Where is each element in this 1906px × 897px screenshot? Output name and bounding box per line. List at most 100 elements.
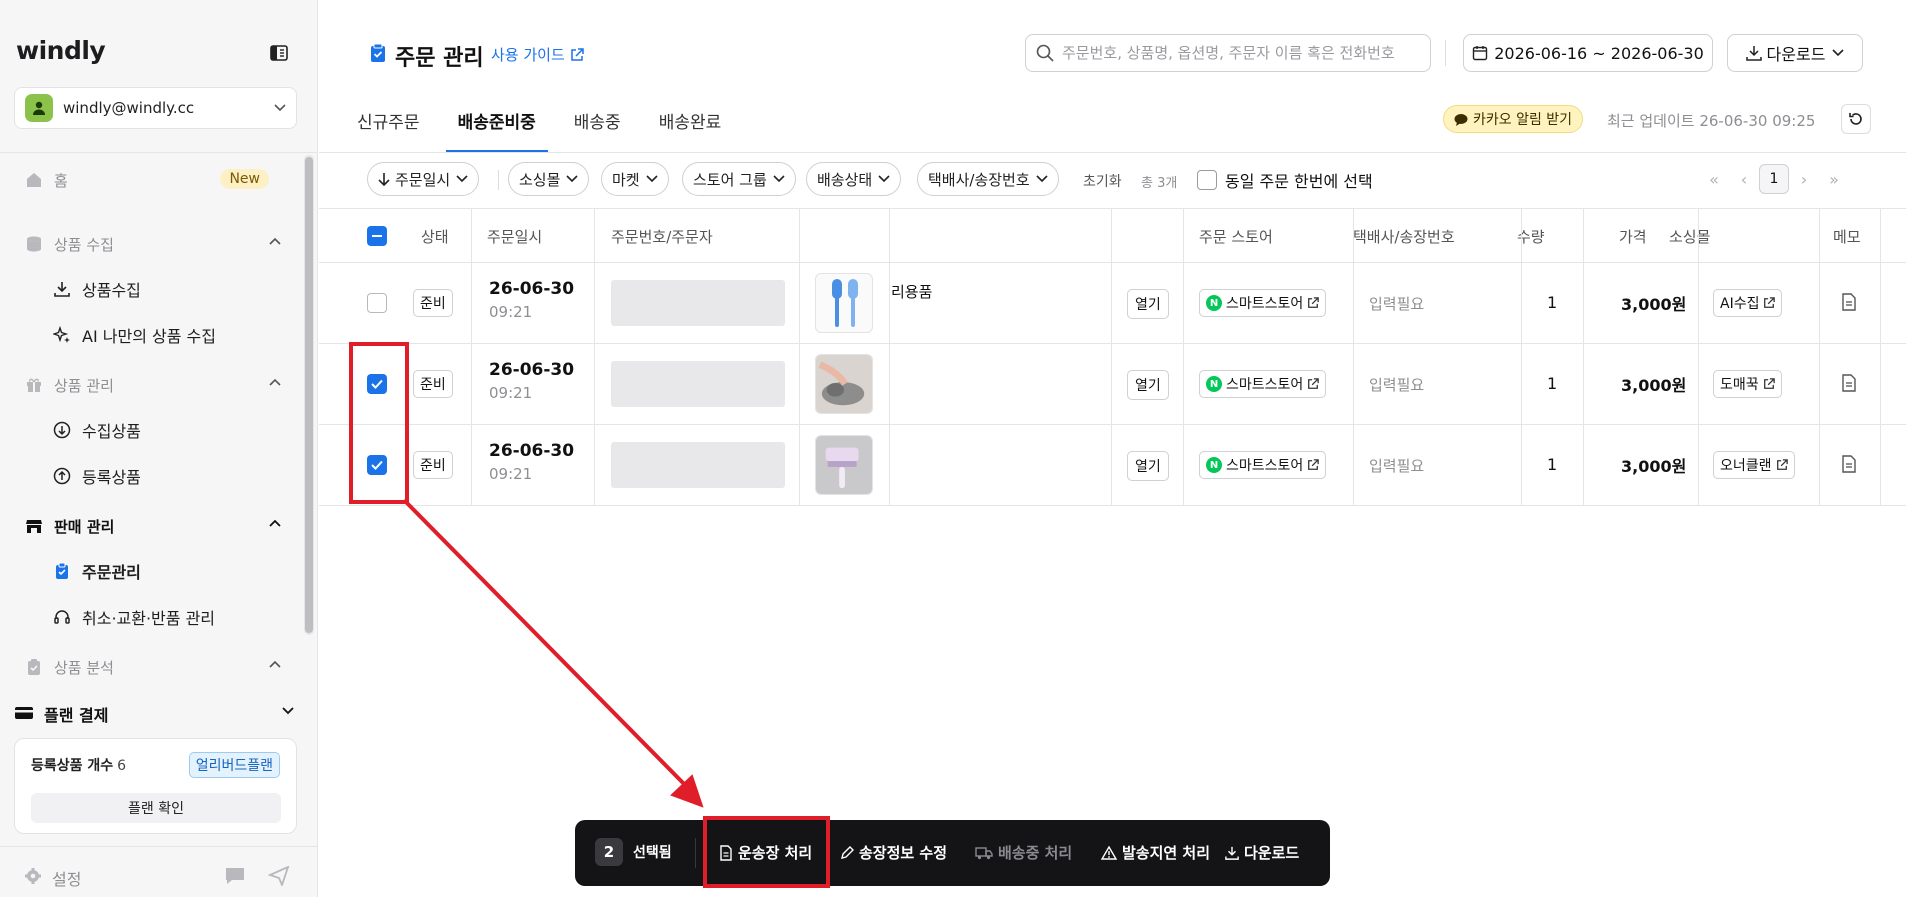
courier-status[interactable]: 입력필요 — [1369, 374, 1424, 395]
speech-bubble-icon — [1454, 113, 1468, 126]
edit-invoice-button[interactable]: 송장정보 수정 — [840, 842, 947, 863]
date-range-picker[interactable]: 2026-06-16 ~ 2026-06-30 — [1463, 34, 1713, 72]
select-all-checkbox[interactable] — [367, 209, 387, 263]
order-store-link[interactable]: N 스마트스토어 — [1199, 451, 1327, 479]
open-button[interactable]: 열기 — [1127, 451, 1169, 481]
reset-filters-link[interactable]: 초기화 — [1083, 171, 1122, 191]
headset-icon — [52, 607, 72, 627]
sidebar-section-label: 판매 관리 — [54, 517, 115, 536]
sidebar-item-registered-products[interactable]: 등록상품 — [0, 458, 295, 494]
filter-chip-sourcing-mall[interactable]: 소싱몰 — [508, 162, 590, 196]
sourcing-mall-link[interactable]: 오너클랜 — [1713, 451, 1795, 479]
send-icon[interactable] — [267, 865, 290, 890]
last-page-icon[interactable]: » — [1819, 164, 1849, 194]
sourcing-mall-link[interactable]: AI수집 — [1713, 289, 1783, 317]
sidebar-item-collect-product[interactable]: 상품수집 — [0, 271, 295, 307]
sort-order-date-chip[interactable]: 주문일시 — [367, 162, 480, 196]
search-input[interactable] — [1062, 44, 1420, 62]
sidebar-item-home[interactable]: 홈 New — [0, 162, 295, 198]
warning-icon — [1101, 845, 1117, 860]
tab-preparing-shipment[interactable]: 배송준비중 — [445, 96, 549, 152]
shipping-delay-button[interactable]: 발송지연 처리 — [1101, 842, 1210, 863]
filter-chip-store-group[interactable]: 스토어 그룹 — [682, 162, 796, 196]
bulk-download-button[interactable]: 다운로드 — [1225, 842, 1299, 863]
sidebar-scrollbar-thumb[interactable] — [305, 157, 313, 633]
sourcing-mall-link[interactable]: 도매꾹 — [1713, 370, 1782, 398]
row-checkbox[interactable] — [367, 293, 387, 313]
same-order-select-checkbox[interactable]: 동일 주문 한번에 선택 — [1197, 168, 1373, 192]
external-link-icon — [1763, 378, 1775, 389]
settings-button[interactable]: 설정 — [24, 866, 81, 890]
sidebar-item-collected-products[interactable]: 수집상품 — [0, 412, 295, 448]
app-logo[interactable]: windly — [16, 36, 106, 65]
chat-icon[interactable] — [224, 866, 246, 890]
product-thumbnail[interactable] — [815, 273, 873, 333]
sidebar-section-label: 상품 수집 — [54, 235, 114, 254]
memo-icon[interactable] — [1841, 455, 1857, 473]
sidebar-item-ai-collect[interactable]: AI 나만의 상품 수집 — [0, 317, 295, 353]
chevron-up-icon — [269, 519, 281, 527]
courier-status[interactable]: 입력필요 — [1369, 455, 1424, 476]
download-icon — [1745, 46, 1762, 61]
sidebar-collapse-icon[interactable] — [270, 45, 288, 61]
count-label-text: 등록상품 개수 — [31, 758, 114, 774]
filter-chip-courier[interactable]: 택배사/송장번호 — [917, 162, 1059, 196]
bulk-action-bar: 2 선택됨 운송장 처리 송장정보 수정 배송중 처리 발송지연 처리 다운로드 — [575, 820, 1330, 886]
product-thumbnail[interactable] — [815, 354, 873, 414]
mark-shipping-button[interactable]: 배송중 처리 — [975, 842, 1072, 863]
date-range-text: 2026-06-16 ~ 2026-06-30 — [1494, 43, 1704, 63]
order-date: 26-06-30 — [489, 279, 575, 299]
tab-delivered[interactable]: 배송완료 — [659, 96, 722, 152]
sidebar-section-sales[interactable]: 판매 관리 — [0, 508, 295, 544]
checkbox-icon — [1197, 170, 1217, 190]
first-page-icon[interactable]: « — [1699, 164, 1729, 194]
search-box[interactable] — [1025, 34, 1431, 72]
courier-status[interactable]: 입력필요 — [1369, 293, 1424, 314]
tab-new-orders[interactable]: 신규주문 — [357, 96, 420, 152]
sidebar-item-returns[interactable]: 취소·교환·반품 관리 — [0, 599, 295, 635]
account-selector[interactable]: windly@windly.cc — [14, 87, 297, 129]
sidebar-item-order-management[interactable]: 주문관리 — [0, 553, 295, 589]
col-price: 가격 — [1619, 227, 1647, 246]
table-row[interactable]: 준비 26-06-30 09:21 열기 N 스마트스토어 입력필요 1 3,00… — [319, 344, 1906, 425]
table-row[interactable]: 준비 26-06-30 09:21 리용품 열기 N 스마트스토어 입력필요 1 … — [319, 263, 1906, 344]
chevron-down-icon — [878, 175, 890, 183]
guide-link-text: 사용 가이드 — [491, 46, 565, 64]
open-button[interactable]: 열기 — [1127, 370, 1169, 400]
download-icon — [52, 279, 72, 299]
sidebar-section-collect[interactable]: 상품 수집 — [0, 226, 295, 262]
table-row[interactable]: 준비 26-06-30 09:21 열기 N 스마트스토어 입력필요 1 3,00… — [319, 425, 1906, 506]
filter-chip-delivery-status[interactable]: 배송상태 — [806, 162, 902, 196]
usage-guide-link[interactable]: 사용 가이드 — [491, 44, 584, 65]
prev-page-icon[interactable]: ‹ — [1729, 164, 1759, 194]
chip-label: 택배사/송장번호 — [928, 170, 1030, 189]
download-dropdown-button[interactable]: 다운로드 — [1727, 34, 1863, 72]
product-thumbnail[interactable] — [815, 435, 873, 495]
tab-shipping[interactable]: 배송중 — [574, 96, 621, 152]
next-page-icon[interactable]: › — [1789, 164, 1819, 194]
sidebar-item-label: 등록상품 — [82, 468, 141, 487]
order-store-link[interactable]: N 스마트스토어 — [1199, 289, 1327, 317]
plan-check-button[interactable]: 플랜 확인 — [31, 793, 281, 823]
chevron-down-icon — [282, 707, 294, 715]
sidebar-section-analysis[interactable]: 상품 분석 — [0, 649, 295, 685]
naver-icon: N — [1206, 376, 1222, 392]
sidebar-item-label: 상품수집 — [82, 281, 141, 300]
order-store-link[interactable]: N 스마트스토어 — [1199, 370, 1327, 398]
gear-icon — [24, 867, 42, 889]
plan-header-label: 플랜 결제 — [44, 706, 109, 725]
kakao-notify-button[interactable]: 카카오 알림 받기 — [1443, 105, 1584, 133]
order-time: 09:21 — [489, 303, 533, 321]
open-button[interactable]: 열기 — [1127, 289, 1169, 319]
order-number-redacted — [611, 361, 785, 407]
action-label: 발송지연 처리 — [1122, 844, 1211, 862]
filter-chip-market[interactable]: 마켓 — [601, 162, 669, 196]
plan-payment-header[interactable]: 플랜 결제 — [0, 695, 318, 733]
memo-icon[interactable] — [1841, 374, 1857, 392]
order-status-tabs: 신규주문 배송준비중 배송중 배송완료 — [357, 96, 759, 152]
memo-icon[interactable] — [1841, 293, 1857, 311]
refresh-button[interactable] — [1841, 104, 1871, 134]
sidebar-section-products[interactable]: 상품 관리 — [0, 367, 295, 403]
current-page[interactable]: 1 — [1759, 164, 1789, 194]
settings-label: 설정 — [52, 870, 82, 889]
